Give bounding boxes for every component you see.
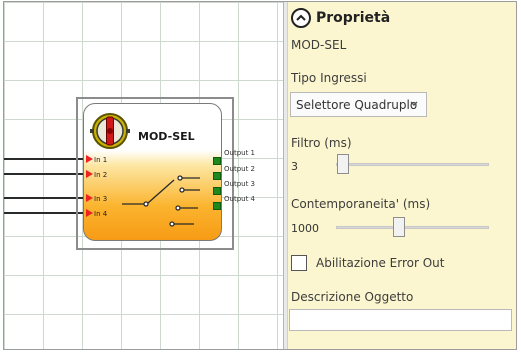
input-port-4-arrow[interactable] (86, 209, 93, 217)
output-port-1[interactable] (213, 157, 221, 165)
input-label-4: In 4 (94, 210, 108, 218)
output-port-3[interactable] (213, 187, 221, 195)
output-label-1: Output 1 (224, 149, 255, 157)
window-frame: MOD-SEL In 1 In 2 In 3 In 4 Output 1 Out… (3, 1, 517, 350)
input-label-2: In 2 (94, 171, 108, 179)
output-label-4: Output 4 (224, 195, 255, 203)
input-type-label: Tipo Ingressi (291, 71, 367, 85)
input-port-1-arrow[interactable] (86, 155, 93, 163)
output-label-3: Output 3 (224, 180, 255, 188)
description-input[interactable] (289, 309, 512, 331)
selector-knob-icon (90, 113, 130, 149)
filter-slider-thumb[interactable] (337, 154, 349, 174)
input-type-value: Selettore Quadruplo (296, 97, 418, 112)
input-port-3-arrow[interactable] (86, 194, 93, 202)
block-title: MOD-SEL (138, 130, 195, 143)
design-canvas[interactable]: MOD-SEL In 1 In 2 In 3 In 4 Output 1 Out… (4, 2, 283, 349)
filter-label: Filtro (ms) (291, 136, 352, 150)
error-out-label: Abilitazione Error Out (316, 256, 445, 270)
input-label-3: In 3 (94, 195, 108, 203)
output-label-2: Output 2 (224, 165, 255, 173)
properties-panel: Proprietà MOD-SEL Tipo Ingressi Selettor… (288, 2, 516, 349)
simultaneity-label: Contemporaneita' (ms) (291, 197, 431, 211)
input-label-1: In 1 (94, 156, 108, 164)
error-out-checkbox[interactable] (291, 255, 307, 271)
panel-title: Proprietà (316, 10, 391, 26)
panel-header: Proprietà (291, 7, 390, 29)
simultaneity-slider-track[interactable] (336, 226, 489, 229)
object-name-label: MOD-SEL (291, 38, 347, 52)
simultaneity-value: 1000 (291, 222, 319, 235)
output-port-2[interactable] (213, 172, 221, 180)
input-type-dropdown[interactable]: Selettore Quadruplo (290, 92, 427, 117)
filter-slider-track[interactable] (336, 163, 489, 166)
output-port-4[interactable] (213, 202, 221, 210)
input-port-2-arrow[interactable] (86, 170, 93, 178)
simultaneity-slider-thumb[interactable] (393, 217, 405, 237)
description-label: Descrizione Oggetto (291, 290, 414, 304)
filter-value: 3 (291, 160, 298, 173)
rotary-switch-schematic-icon (122, 175, 200, 227)
chevron-down-icon (410, 101, 418, 106)
collapse-chevron-up-icon[interactable] (291, 8, 311, 28)
